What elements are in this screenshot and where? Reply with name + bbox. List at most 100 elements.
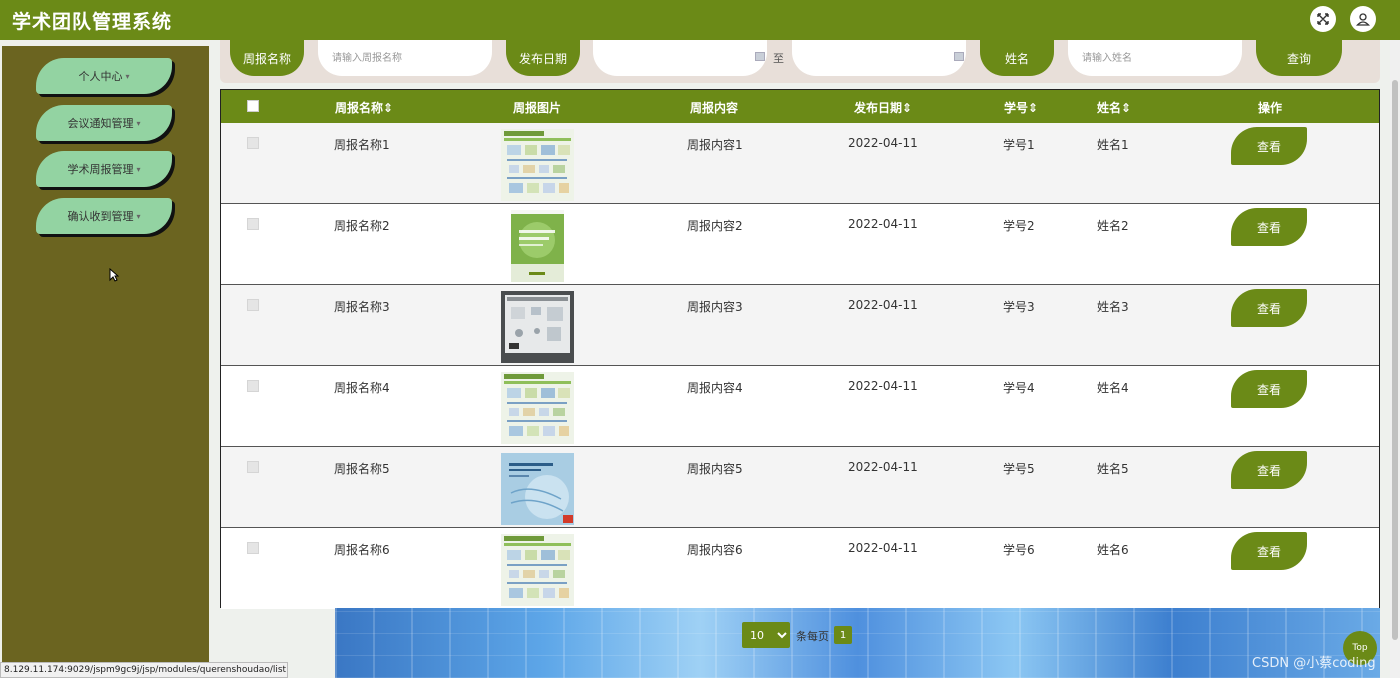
report-name-cell: 周报名称4 [334, 381, 390, 395]
student-id-cell: 学号4 [1003, 381, 1035, 395]
report-content-cell: 周报内容6 [687, 543, 743, 557]
date-range-separator: 至 [773, 52, 784, 65]
data-table: 周报名称⇕ 周报图片 周报内容 发布日期⇕ 学号⇕ 姓名⇕ 操作 周报名称1 周… [220, 89, 1380, 609]
footer-pattern [335, 608, 1380, 678]
view-button[interactable]: 查看 [1231, 532, 1307, 570]
publish-date-cell: 2022-04-11 [848, 379, 918, 393]
column-header-student-id[interactable]: 学号⇕ [1004, 99, 1038, 116]
report-thumbnail[interactable] [501, 291, 574, 363]
table-row: 周报名称3 周报内容3 2022-04-11 学号3 姓名3 查看 [221, 285, 1379, 366]
table-header: 周报名称⇕ 周报图片 周报内容 发布日期⇕ 学号⇕ 姓名⇕ 操作 [221, 90, 1379, 123]
publish-date-cell: 2022-04-11 [848, 541, 918, 555]
report-thumbnail[interactable] [511, 210, 564, 282]
row-checkbox[interactable] [247, 542, 259, 554]
view-button[interactable]: 查看 [1231, 451, 1307, 489]
sidebar-item-label: 学术周报管理 [67, 163, 134, 176]
row-checkbox[interactable] [247, 461, 259, 473]
report-thumbnail[interactable] [501, 129, 574, 201]
table-row: 周报名称4 周报内容4 2022-04-11 学号4 姓名4 查看 [221, 366, 1379, 447]
caret-down-icon: ▾ [136, 211, 141, 221]
end-date-input[interactable] [792, 40, 966, 76]
person-name-cell: 姓名3 [1097, 300, 1129, 314]
person-name-label: 姓名 [980, 40, 1054, 76]
sidebar-item-label: 会议通知管理 [67, 117, 134, 130]
diagram-poster-image [501, 372, 574, 444]
row-checkbox[interactable] [247, 299, 259, 311]
expand-arrows-icon [1317, 13, 1329, 25]
column-header-name[interactable]: 周报名称⇕ [335, 99, 393, 116]
person-name-cell: 姓名5 [1097, 462, 1129, 476]
scrollbar-thumb[interactable] [1392, 80, 1398, 640]
person-name-cell: 姓名6 [1097, 543, 1129, 557]
calendar-icon[interactable] [755, 52, 765, 61]
lab-panel-photo [501, 291, 574, 363]
footer-background [335, 608, 1380, 678]
report-thumbnail[interactable] [501, 534, 574, 606]
row-checkbox[interactable] [247, 380, 259, 392]
calendar-icon[interactable] [954, 52, 964, 61]
app-title: 学术团队管理系统 [12, 10, 173, 33]
report-name-cell: 周报名称5 [334, 462, 390, 476]
user-icon [1356, 13, 1370, 26]
page-size-select[interactable]: 10 [742, 622, 790, 648]
publish-date-cell: 2022-04-11 [848, 217, 918, 231]
sidebar-item-label: 个人中心 [78, 70, 123, 83]
student-id-cell: 学号3 [1003, 300, 1035, 314]
view-button[interactable]: 查看 [1231, 208, 1307, 246]
table-row: 周报名称5 周报内容5 2022-04-11 学号5 姓名5 查看 [221, 447, 1379, 528]
sidebar-item-weekly-report[interactable]: 学术周报管理 ▾ [36, 151, 172, 187]
watermark-text: CSDN @小蔡coding [1252, 656, 1376, 671]
report-name-cell: 周报名称3 [334, 300, 390, 314]
caret-down-icon: ▾ [136, 164, 141, 174]
column-header-image: 周报图片 [513, 101, 562, 115]
report-name-cell: 周报名称6 [334, 543, 390, 557]
sidebar-item-receipt-confirm[interactable]: 确认收到管理 ▾ [36, 198, 172, 234]
table-row: 周报名称1 周报内容1 2022-04-11 学号1 姓名1 查看 [221, 123, 1379, 204]
publish-date-label: 发布日期 [506, 40, 580, 76]
page-number-button[interactable]: 1 [834, 626, 852, 644]
report-name-label: 周报名称 [230, 40, 304, 76]
row-checkbox[interactable] [247, 137, 259, 149]
publish-date-cell: 2022-04-11 [848, 460, 918, 474]
publish-date-cell: 2022-04-11 [848, 298, 918, 312]
caret-down-icon: ▾ [136, 118, 141, 128]
sidebar-item-label: 确认收到管理 [67, 210, 134, 223]
report-name-input[interactable] [318, 40, 492, 76]
row-checkbox[interactable] [247, 218, 259, 230]
book-cover-image [511, 210, 564, 282]
select-all-checkbox[interactable] [247, 100, 259, 112]
sidebar-item-personal-center[interactable]: 个人中心 ▾ [36, 58, 172, 94]
person-name-cell: 姓名2 [1097, 219, 1129, 233]
column-header-date[interactable]: 发布日期⇕ [854, 99, 912, 116]
view-button[interactable]: 查看 [1231, 127, 1307, 165]
report-content-cell: 周报内容5 [687, 462, 743, 476]
person-name-input[interactable] [1068, 40, 1242, 76]
report-name-cell: 周报名称1 [334, 138, 390, 152]
book-cover-image [501, 453, 574, 525]
diagram-poster-image [501, 534, 574, 606]
student-id-cell: 学号2 [1003, 219, 1035, 233]
person-name-cell: 姓名1 [1097, 138, 1129, 152]
top-header: 学术团队管理系统 [0, 0, 1400, 40]
table-row: 周报名称2 周报内容2 2022-04-11 学号2 姓名2 查看 [221, 204, 1379, 285]
person-name-cell: 姓名4 [1097, 381, 1129, 395]
sidebar-item-meeting-notice[interactable]: 会议通知管理 ▾ [36, 105, 172, 141]
report-thumbnail[interactable] [501, 372, 574, 444]
start-date-input[interactable] [593, 40, 767, 76]
page-scrollbar[interactable] [1390, 40, 1400, 678]
student-id-cell: 学号1 [1003, 138, 1035, 152]
report-thumbnail[interactable] [501, 453, 574, 525]
publish-date-cell: 2022-04-11 [848, 136, 918, 150]
query-button[interactable]: 查询 [1256, 40, 1342, 76]
view-button[interactable]: 查看 [1231, 289, 1307, 327]
column-header-person[interactable]: 姓名⇕ [1097, 99, 1131, 116]
view-button[interactable]: 查看 [1231, 370, 1307, 408]
student-id-cell: 学号6 [1003, 543, 1035, 557]
user-avatar-icon[interactable] [1350, 6, 1376, 32]
table-row: 周报名称6 周报内容6 2022-04-11 学号6 姓名6 查看 [221, 528, 1379, 609]
fullscreen-icon[interactable] [1310, 6, 1336, 32]
column-header-content: 周报内容 [690, 101, 739, 115]
report-content-cell: 周报内容2 [687, 219, 743, 233]
per-page-label: 条每页 [796, 630, 829, 643]
status-bar-url: 8.129.11.174:9029/jspm9gc9j/jsp/modules/… [0, 662, 288, 678]
